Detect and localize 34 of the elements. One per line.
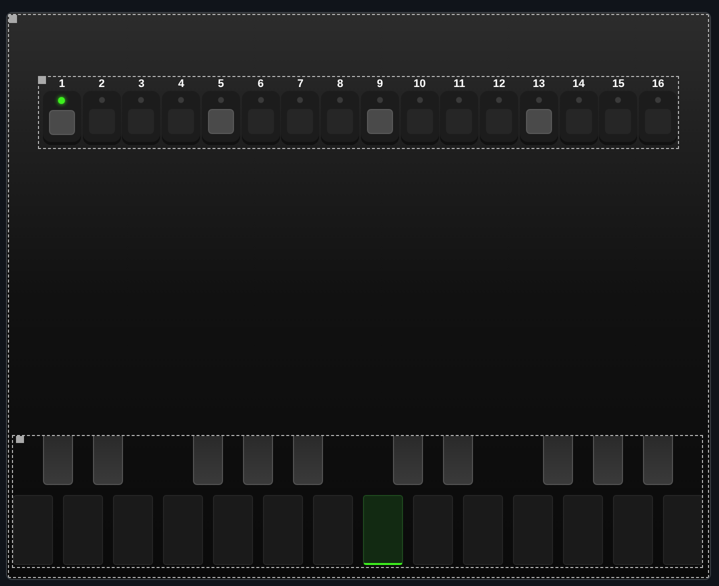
step-number: 5 <box>218 77 224 91</box>
resize-handle[interactable] <box>9 15 17 23</box>
step-number: 4 <box>178 77 184 91</box>
sharp-key[interactable] <box>243 436 273 485</box>
step-button[interactable] <box>360 91 399 145</box>
step-number: 1 <box>58 77 65 91</box>
step-number: 9 <box>376 77 383 91</box>
step-number: 15 <box>612 77 624 91</box>
piano-key[interactable] <box>363 495 403 565</box>
sharp-key[interactable] <box>643 436 673 485</box>
resize-handle[interactable] <box>16 436 24 443</box>
step-number: 2 <box>98 77 105 91</box>
sharp-key[interactable] <box>593 436 623 485</box>
step-button[interactable] <box>202 91 240 145</box>
step-number: 11 <box>454 77 466 91</box>
step-number: 8 <box>337 77 344 91</box>
resize-handle[interactable] <box>38 76 46 84</box>
step-number: 13 <box>532 77 545 91</box>
step-number: 16 <box>652 77 664 91</box>
step-number: 14 <box>572 77 585 91</box>
step-number: 7 <box>297 77 304 91</box>
step-button[interactable] <box>520 91 558 145</box>
sharp-key[interactable] <box>93 436 123 485</box>
sharp-key[interactable] <box>193 436 223 485</box>
sharp-key[interactable] <box>43 436 73 485</box>
step-number: 6 <box>258 77 264 91</box>
sharp-key[interactable] <box>393 436 423 485</box>
sharp-key[interactable] <box>543 436 573 485</box>
sharp-key[interactable] <box>293 436 323 485</box>
step-number: 10 <box>414 77 426 91</box>
step-number: 3 <box>138 77 144 91</box>
sharp-key[interactable] <box>443 436 473 485</box>
step-button[interactable] <box>42 91 81 145</box>
step-number: 12 <box>493 77 506 91</box>
